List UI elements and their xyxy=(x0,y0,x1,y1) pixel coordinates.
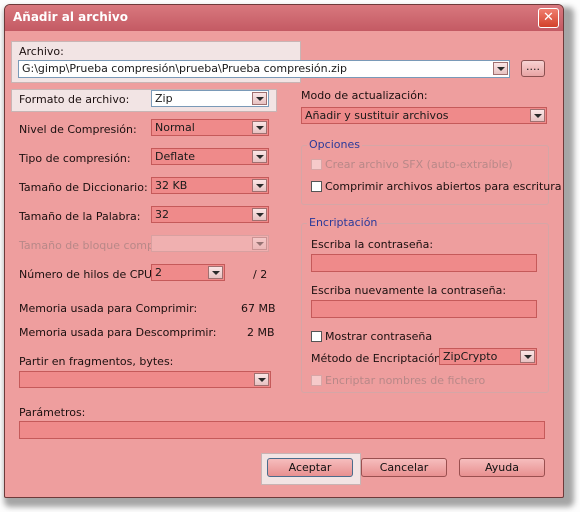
chevron-down-icon[interactable] xyxy=(252,208,267,221)
memory-decompress-value: 2 MB xyxy=(247,326,275,339)
password-input[interactable] xyxy=(311,254,537,272)
window-title: Añadir al archivo xyxy=(13,10,128,24)
word-size-select[interactable]: 32 xyxy=(151,206,269,223)
chevron-down-icon[interactable] xyxy=(252,150,267,163)
update-mode-select[interactable]: Añadir y sustituir archivos xyxy=(301,107,547,124)
ok-button[interactable]: Aceptar xyxy=(267,458,353,477)
encrypt-names-checkbox[interactable] xyxy=(311,375,322,386)
parameters-label: Parámetros: xyxy=(19,406,86,419)
type-value: Deflate xyxy=(155,150,195,163)
encryption-title: Encriptación xyxy=(307,216,380,229)
chevron-down-icon[interactable] xyxy=(208,266,223,279)
dictionary-label: Tamaño de Diccionario: xyxy=(19,181,148,194)
update-mode-label: Modo de actualización: xyxy=(301,89,428,102)
memory-compress-value: 67 MB xyxy=(241,302,276,315)
cancel-button[interactable]: Cancelar xyxy=(361,458,447,477)
format-value: Zip xyxy=(155,92,173,105)
add-to-archive-dialog: Añadir al archivo ✕ Archivo: G:\gimp\Pru… xyxy=(4,4,564,498)
type-label: Tipo de compresión: xyxy=(19,152,131,165)
help-button[interactable]: Ayuda xyxy=(459,458,545,477)
threads-label: Número de hilos de CPU: xyxy=(19,268,156,281)
archive-label: Archivo: xyxy=(19,45,64,58)
close-button[interactable]: ✕ xyxy=(538,8,559,28)
chevron-down-icon[interactable] xyxy=(254,373,269,386)
block-size-select[interactable] xyxy=(151,235,269,252)
level-value: Normal xyxy=(155,121,195,134)
format-label: Formato de archivo: xyxy=(19,93,130,106)
chevron-down-icon[interactable] xyxy=(252,179,267,192)
dictionary-value: 32 KB xyxy=(155,179,188,192)
memory-decompress-label: Memoria usada para Descomprimir: xyxy=(19,326,217,339)
compression-type-select[interactable]: Deflate xyxy=(151,148,269,165)
chevron-down-icon[interactable] xyxy=(252,121,267,134)
compress-open-files-checkbox[interactable] xyxy=(311,181,322,192)
archive-path-value: G:\gimp\Prueba compresión\prueba\Prueba … xyxy=(22,62,347,75)
browse-button[interactable]: .... xyxy=(521,60,545,77)
split-label: Partir en fragmentos, bytes: xyxy=(19,355,174,368)
show-password-checkbox[interactable] xyxy=(311,331,322,342)
sfx-checkbox[interactable] xyxy=(311,159,322,170)
encryption-method-label: Método de Encriptación: xyxy=(311,352,445,365)
word-size-label: Tamaño de la Palabra: xyxy=(19,210,141,223)
encryption-method-value: ZipCrypto xyxy=(443,350,498,363)
memory-compress-label: Memoria usada para Comprimir: xyxy=(19,302,198,315)
options-title: Opciones xyxy=(307,138,362,151)
chevron-down-icon[interactable] xyxy=(252,237,267,250)
compression-level-select[interactable]: Normal xyxy=(151,119,269,136)
encryption-method-select[interactable]: ZipCrypto xyxy=(439,348,537,365)
chevron-down-icon[interactable] xyxy=(520,350,535,363)
password-again-input[interactable] xyxy=(311,300,537,318)
format-select[interactable]: Zip xyxy=(151,90,269,107)
dictionary-size-select[interactable]: 32 KB xyxy=(151,177,269,194)
parameters-input[interactable] xyxy=(19,421,545,439)
title-bar[interactable]: Añadir al archivo ✕ xyxy=(5,5,563,31)
word-size-value: 32 xyxy=(155,208,169,221)
update-mode-value: Añadir y sustituir archivos xyxy=(305,109,449,122)
archive-path-combobox[interactable]: G:\gimp\Prueba compresión\prueba\Prueba … xyxy=(18,60,510,78)
options-group xyxy=(301,145,549,205)
password-label: Escriba la contraseña: xyxy=(311,238,434,251)
show-password-label: Mostrar contraseña xyxy=(325,330,433,343)
encrypt-names-label: Encriptar nombres de fichero xyxy=(325,374,486,387)
compress-open-files-label: Comprimir archivos abiertos para escritu… xyxy=(325,180,562,193)
threads-value: 2 xyxy=(155,266,162,279)
sfx-label: Crear archivo SFX (auto-extraíble) xyxy=(325,158,513,171)
chevron-down-icon[interactable] xyxy=(252,92,267,105)
chevron-down-icon[interactable] xyxy=(493,62,508,75)
chevron-down-icon[interactable] xyxy=(530,109,545,122)
level-label: Nivel de Compresión: xyxy=(19,123,137,136)
threads-select[interactable]: 2 xyxy=(151,264,225,281)
threads-max: / 2 xyxy=(253,268,268,281)
password-again-label: Escriba nuevamente la contraseña: xyxy=(311,284,507,297)
close-icon: ✕ xyxy=(543,10,554,25)
split-volumes-combobox[interactable] xyxy=(19,371,271,388)
